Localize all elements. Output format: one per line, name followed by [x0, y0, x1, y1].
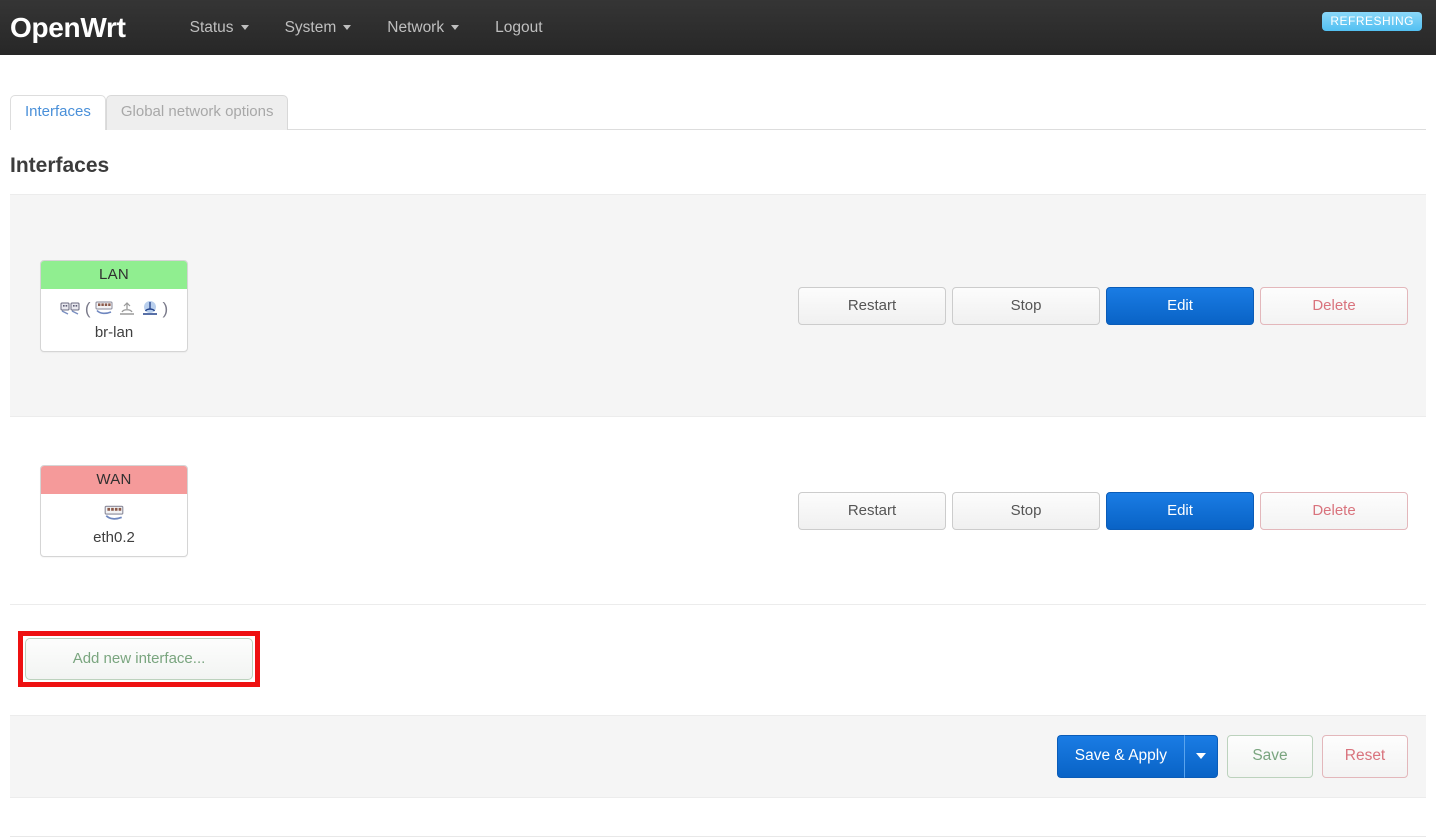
main-nav: Status System Network Logout	[172, 13, 561, 43]
interface-device-name-wan: eth0.2	[45, 529, 183, 547]
stop-button-lan[interactable]: Stop	[952, 287, 1100, 325]
nav-item-system[interactable]: System	[267, 13, 370, 43]
interface-card-lan[interactable]: LAN (	[40, 260, 188, 352]
add-new-interface-area: Add new interface...	[10, 605, 1426, 687]
delete-button-wan[interactable]: Delete	[1260, 492, 1408, 530]
ethernet-switch-icon	[94, 300, 114, 317]
highlight-annotation: Add new interface...	[18, 631, 260, 687]
page-content: Interfaces LAN	[0, 154, 1436, 687]
save-apply-dropdown-toggle[interactable]	[1184, 735, 1218, 778]
save-apply-split-button: Save & Apply	[1057, 735, 1218, 778]
interface-card-wan[interactable]: WAN eth0.2	[40, 465, 188, 557]
nav-label-network: Network	[387, 19, 444, 37]
nav-label-status: Status	[190, 19, 234, 37]
top-navigation-bar: OpenWrt Status System Network Logout REF…	[0, 0, 1436, 55]
interface-device-name-lan: br-lan	[45, 324, 183, 342]
reset-button[interactable]: Reset	[1322, 735, 1408, 778]
chevron-down-icon	[451, 25, 459, 30]
wireless-disabled-icon	[117, 300, 137, 317]
restart-button-wan[interactable]: Restart	[798, 492, 946, 530]
tab-strip: Interfaces Global network options	[0, 84, 1436, 130]
delete-button-lan[interactable]: Delete	[1260, 287, 1408, 325]
bridge-icon	[60, 300, 82, 317]
interface-badge-lan: LAN	[41, 261, 187, 289]
form-action-bar: Save & Apply Save Reset	[10, 715, 1426, 798]
nav-label-logout: Logout	[495, 19, 542, 37]
interface-actions-lan: Restart Stop Edit Delete	[798, 287, 1408, 325]
close-paren: )	[163, 300, 169, 317]
nav-label-system: System	[285, 19, 337, 37]
status-badge-refreshing: REFRESHING	[1322, 12, 1422, 31]
stop-button-wan[interactable]: Stop	[952, 492, 1100, 530]
interface-device-icons-wan	[45, 501, 183, 527]
brand-logo[interactable]: OpenWrt	[10, 14, 126, 42]
save-and-apply-button[interactable]: Save & Apply	[1057, 735, 1184, 778]
interface-badge-wan: WAN	[41, 466, 187, 494]
nav-item-network[interactable]: Network	[369, 13, 477, 43]
tab-global-network-options[interactable]: Global network options	[106, 95, 289, 130]
edit-button-wan[interactable]: Edit	[1106, 492, 1254, 530]
restart-button-lan[interactable]: Restart	[798, 287, 946, 325]
page-title: Interfaces	[10, 154, 1426, 178]
edit-button-lan[interactable]: Edit	[1106, 287, 1254, 325]
wireless-icon	[140, 300, 160, 317]
interface-device-icons-lan: (	[45, 296, 183, 322]
interfaces-table: LAN (	[10, 194, 1426, 605]
interface-actions-wan: Restart Stop Edit Delete	[798, 492, 1408, 530]
interface-row-lan: LAN (	[10, 195, 1426, 417]
ethernet-switch-icon	[103, 504, 125, 523]
interface-row-wan: WAN eth0.2	[10, 417, 1426, 605]
chevron-down-icon	[343, 25, 351, 30]
nav-item-logout[interactable]: Logout	[477, 13, 560, 43]
nav-item-status[interactable]: Status	[172, 13, 267, 43]
save-button[interactable]: Save	[1227, 735, 1313, 778]
chevron-down-icon	[1196, 753, 1206, 759]
footer-divider	[10, 836, 1426, 837]
open-paren: (	[85, 300, 91, 317]
tab-interfaces[interactable]: Interfaces	[10, 95, 106, 130]
chevron-down-icon	[241, 25, 249, 30]
add-new-interface-button[interactable]: Add new interface...	[25, 638, 253, 680]
